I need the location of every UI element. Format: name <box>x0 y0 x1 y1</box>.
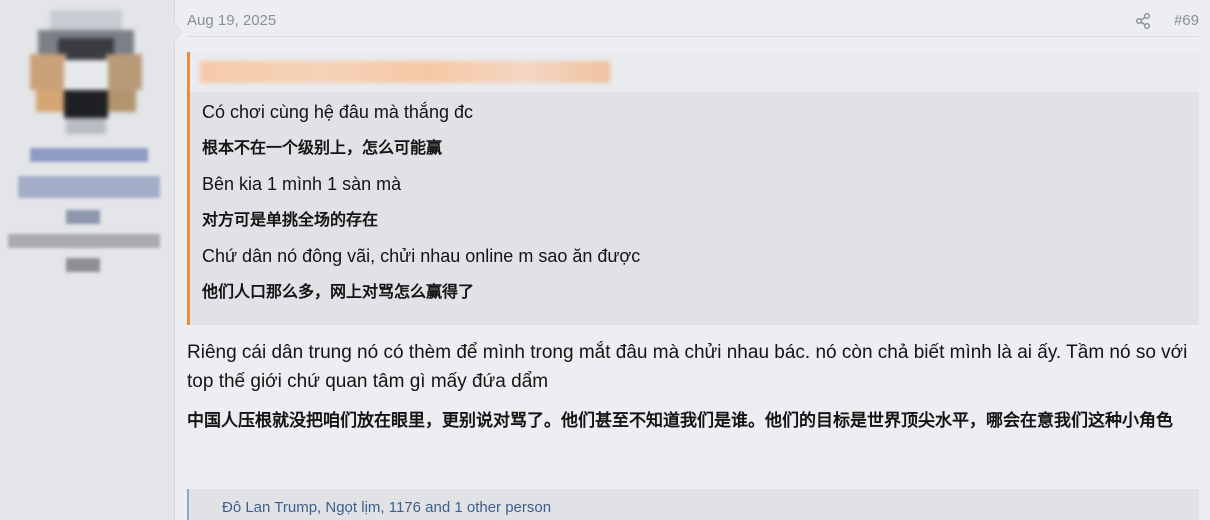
post-arrow <box>174 22 184 42</box>
user-info-column <box>0 0 184 520</box>
quote-line: Có chơi cùng hệ đâu mà thắng đc <box>202 102 473 122</box>
quote-line-translation: 对方可是单挑全场的存在 <box>202 210 379 229</box>
post-date[interactable]: Aug 19, 2025 <box>187 12 276 29</box>
forum-post: Aug 19, 2025 #69 Có chơi cùng hệ đâu mà … <box>0 0 1210 520</box>
quote-line-translation: 根本不在一个级别上，怎么可能赢 <box>202 138 443 157</box>
user-stats-blurred-2 <box>66 258 100 272</box>
post-main: Aug 19, 2025 #69 Có chơi cùng hệ đâu mà … <box>187 0 1199 520</box>
reactions-bar: Đô Lan Trump, Ngọt lịm, 1176 and 1 other… <box>187 489 1199 520</box>
post-header: Aug 19, 2025 #69 <box>187 12 1199 37</box>
quote-line: Bên kia 1 mình 1 sàn mà <box>202 174 402 194</box>
quote-line: Chứ dân nó đông vãi, chửi nhau online m … <box>202 246 641 266</box>
user-stats-blurred <box>8 234 160 248</box>
quote-block: Có chơi cùng hệ đâu mà thắng đc 根本不在一个级别… <box>187 52 1199 325</box>
share-icon[interactable] <box>1134 12 1152 30</box>
post-body-translation: 中国人压根就没把咱们放在眼里，更别说对骂了。他们甚至不知道我们是谁。他们的目标是… <box>187 411 1173 431</box>
user-badge-blurred <box>66 210 100 224</box>
quote-line-translation: 他们人口那么多，网上对骂怎么赢得了 <box>202 282 475 301</box>
quote-body: Có chơi cùng hệ đâu mà thắng đc 根本不在一个级别… <box>202 100 1192 316</box>
reactions-list-link[interactable]: Đô Lan Trump, Ngọt lịm, 1176 and 1 other… <box>222 499 551 516</box>
quote-author-blurred[interactable] <box>200 61 610 83</box>
quote-header[interactable] <box>190 52 1199 92</box>
avatar[interactable] <box>30 10 142 136</box>
post-number-link[interactable]: #69 <box>1174 12 1199 29</box>
post-body-text: Riêng cái dân trung nó có thèm để mình t… <box>187 342 1188 392</box>
username-blurred[interactable] <box>30 148 148 162</box>
user-title-blurred <box>18 176 160 198</box>
